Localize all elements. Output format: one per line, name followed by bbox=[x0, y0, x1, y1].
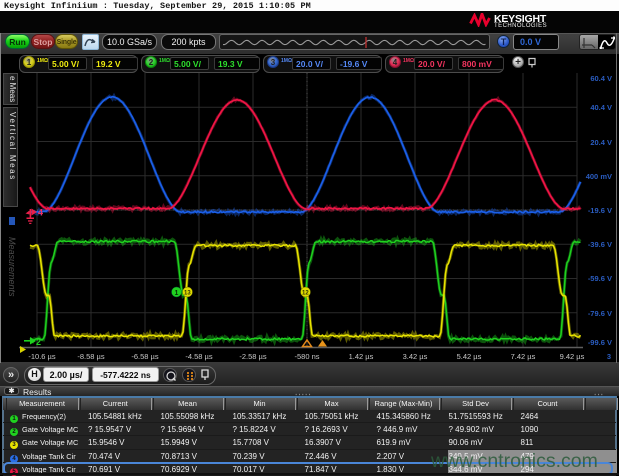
svg-text:2: 2 bbox=[36, 337, 41, 347]
svg-text:13: 13 bbox=[184, 291, 191, 297]
svg-text:1: 1 bbox=[175, 290, 179, 297]
svg-text:4: 4 bbox=[38, 208, 43, 218]
svg-text:12: 12 bbox=[302, 291, 309, 297]
